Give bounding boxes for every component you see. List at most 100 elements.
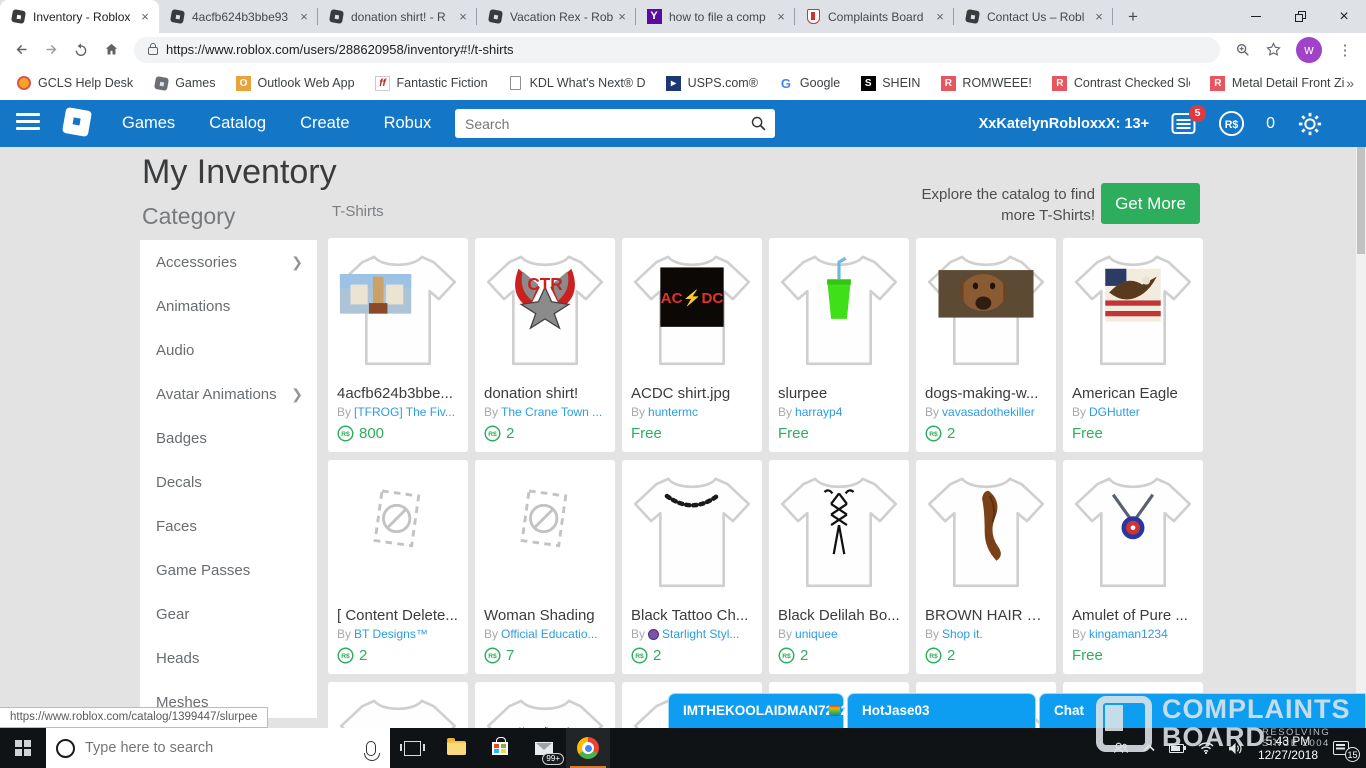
browser-tab[interactable]: donation shirt! - R× xyxy=(318,0,477,33)
item-name[interactable]: American Eagle xyxy=(1072,383,1194,404)
page-scrollbar[interactable]: ▲ xyxy=(1356,100,1366,728)
mail-button[interactable]: 99+ xyxy=(522,728,566,768)
item-thumbnail[interactable] xyxy=(916,238,1056,383)
settings-gear-icon[interactable] xyxy=(1296,110,1324,138)
profile-avatar[interactable]: w xyxy=(1296,37,1322,63)
start-button[interactable] xyxy=(0,728,46,768)
creator-link[interactable]: [TFROG] The Fiv... xyxy=(354,404,455,421)
item-card[interactable]: [ Content Delete...ByBT Designs™R$2 xyxy=(328,460,468,674)
bookmark-item[interactable]: RMetal Detail Front Zi xyxy=(1204,72,1346,94)
file-explorer-button[interactable] xyxy=(434,728,478,768)
item-name[interactable]: BROWN HAIR B... xyxy=(925,605,1047,626)
tab-close-icon[interactable]: × xyxy=(773,9,789,25)
taskbar-search-box[interactable] xyxy=(46,728,390,768)
item-card[interactable]: American EagleByDGHutterFree xyxy=(1063,238,1203,452)
creator-link[interactable]: Starlight Styl... xyxy=(662,626,739,643)
item-name[interactable]: Woman Shading xyxy=(484,605,606,626)
item-thumbnail[interactable] xyxy=(475,460,615,605)
category-item-badges[interactable]: Badges xyxy=(140,416,317,460)
bookmarks-overflow-icon[interactable]: » xyxy=(1346,75,1354,91)
username-label[interactable]: XxKatelynRobloxxX: 13+ xyxy=(979,116,1149,132)
browser-tab[interactable]: Vacation Rex - Rob× xyxy=(477,0,636,33)
creator-link[interactable]: Shop it. xyxy=(942,626,983,643)
item-name[interactable]: 4acfb624b3bbe... xyxy=(337,383,459,404)
reload-icon[interactable] xyxy=(66,36,96,64)
category-item-game-passes[interactable]: Game Passes xyxy=(140,548,317,592)
category-item-audio[interactable]: Audio xyxy=(140,328,317,372)
item-name[interactable]: donation shirt! xyxy=(484,383,606,404)
bookmark-item[interactable]: ▸USPS.com® xyxy=(660,72,764,94)
bookmark-item[interactable]: ffFantastic Fiction xyxy=(369,72,494,94)
category-item-avatar-animations[interactable]: Avatar Animations❯ xyxy=(140,372,317,416)
category-item-faces[interactable]: Faces xyxy=(140,504,317,548)
bookmark-star-icon[interactable] xyxy=(1258,36,1288,64)
tab-close-icon[interactable]: × xyxy=(137,9,153,25)
browser-tab[interactable]: 4acfb624b3bbe93× xyxy=(159,0,318,33)
close-button[interactable]: × xyxy=(1322,0,1366,33)
category-item-animations[interactable]: Animations xyxy=(140,284,317,328)
search-icon[interactable] xyxy=(750,115,767,132)
item-thumbnail[interactable] xyxy=(916,460,1056,605)
zoom-page-icon[interactable] xyxy=(1228,36,1258,64)
creator-link[interactable]: harrayp4 xyxy=(795,404,842,421)
browser-menu-icon[interactable]: ⋮ xyxy=(1330,36,1360,64)
item-thumbnail[interactable] xyxy=(1063,238,1203,383)
item-thumbnail[interactable]: You really are ANoob if u Read xyxy=(475,682,615,728)
robux-icon[interactable]: R$ xyxy=(1218,110,1245,137)
creator-link[interactable]: DGHutter xyxy=(1089,404,1140,421)
bookmark-item[interactable]: RContrast Checked Sle xyxy=(1046,72,1196,94)
item-card-partial[interactable] xyxy=(328,682,468,728)
tray-expand-icon[interactable] xyxy=(1136,728,1162,768)
url-text[interactable]: https://www.roblox.com/users/288620958/i… xyxy=(166,42,514,57)
volume-icon[interactable] xyxy=(1221,728,1250,768)
bookmark-item[interactable]: GCLS Help Desk xyxy=(10,72,139,94)
item-thumbnail[interactable]: AC⚡DC xyxy=(622,238,762,383)
bookmark-item[interactable]: SSHEIN xyxy=(854,72,926,94)
item-name[interactable]: dogs-making-w... xyxy=(925,383,1047,404)
creator-link[interactable]: Official Educatio... xyxy=(501,626,598,643)
category-item-decals[interactable]: Decals xyxy=(140,460,317,504)
url-omnibox[interactable]: https://www.roblox.com/users/288620958/i… xyxy=(134,37,1220,63)
roblox-search-input[interactable] xyxy=(455,116,750,132)
tab-close-icon[interactable]: × xyxy=(932,9,948,25)
nav-link-robux[interactable]: Robux xyxy=(384,114,432,133)
item-thumbnail[interactable] xyxy=(328,682,468,728)
item-card[interactable]: dogs-making-w...ByvavasadothekillerR$2 xyxy=(916,238,1056,452)
home-icon[interactable] xyxy=(96,36,126,64)
item-card-partial[interactable]: You really are ANoob if u Read xyxy=(475,682,615,728)
creator-link[interactable]: uniquee xyxy=(795,626,838,643)
chrome-button[interactable] xyxy=(566,728,610,768)
item-card[interactable]: Black Delilah Bo...ByuniqueeR$2 xyxy=(769,460,909,674)
item-thumbnail[interactable] xyxy=(622,460,762,605)
chat-tab-user2[interactable]: HotJase03 xyxy=(847,693,1036,728)
item-card[interactable]: AC⚡DCACDC shirt.jpgByhuntermcFree xyxy=(622,238,762,452)
bookmark-item[interactable]: OOutlook Web App xyxy=(229,72,360,94)
nav-link-catalog[interactable]: Catalog xyxy=(209,114,266,133)
item-name[interactable]: ACDC shirt.jpg xyxy=(631,383,753,404)
browser-tab[interactable]: Yhow to file a comp× xyxy=(636,0,795,33)
item-thumbnail[interactable] xyxy=(1063,460,1203,605)
item-card[interactable]: 4acfb624b3bbe...By[TFROG] The Fiv...R$80… xyxy=(328,238,468,452)
roblox-logo-icon[interactable] xyxy=(62,107,92,137)
category-item-heads[interactable]: Heads xyxy=(140,636,317,680)
taskbar-search-input[interactable] xyxy=(85,740,366,756)
item-card[interactable]: BROWN HAIR B...ByShop it.R$2 xyxy=(916,460,1056,674)
tab-close-icon[interactable]: × xyxy=(1091,9,1107,25)
bookmark-item[interactable]: GGoogle xyxy=(772,72,846,94)
browser-tab[interactable]: Contact Us – Robl× xyxy=(954,0,1113,33)
roblox-search-box[interactable] xyxy=(455,109,775,138)
chat-main-bar[interactable]: Chat xyxy=(1039,693,1366,728)
item-name[interactable]: Black Tattoo Ch... xyxy=(631,605,753,626)
hamburger-menu-icon[interactable] xyxy=(16,113,40,134)
category-item-gear[interactable]: Gear xyxy=(140,592,317,636)
item-card[interactable]: slurpeeByharrayp4Free xyxy=(769,238,909,452)
item-name[interactable]: Amulet of Pure ... xyxy=(1072,605,1194,626)
restore-button[interactable] xyxy=(1278,0,1322,33)
bookmark-item[interactable]: KDL What's Next® D xyxy=(502,72,652,94)
bookmark-item[interactable]: Games xyxy=(147,72,221,94)
item-name[interactable]: Black Delilah Bo... xyxy=(778,605,900,626)
item-thumbnail[interactable] xyxy=(769,460,909,605)
creator-link[interactable]: kingaman1234 xyxy=(1089,626,1168,643)
item-thumbnail[interactable] xyxy=(328,238,468,383)
item-thumbnail[interactable] xyxy=(328,460,468,605)
